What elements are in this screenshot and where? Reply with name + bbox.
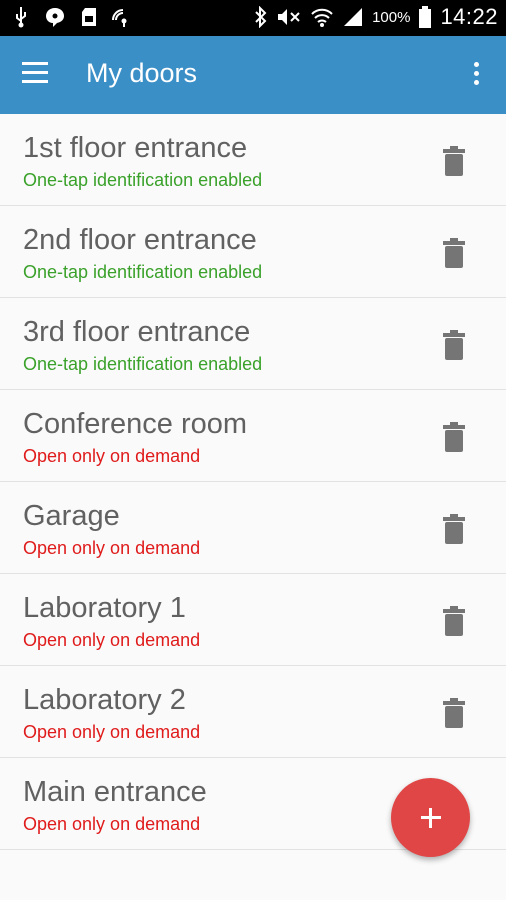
menu-icon-bar bbox=[22, 71, 48, 74]
mute-icon bbox=[278, 9, 300, 25]
door-status: Open only on demand bbox=[23, 446, 201, 466]
delete-trash-icon[interactable] bbox=[442, 330, 466, 360]
door-name: Laboratory 1 bbox=[23, 592, 186, 624]
door-name: 3rd floor entrance bbox=[23, 316, 251, 348]
door-row[interactable]: Garage Open only on demand bbox=[0, 482, 506, 574]
door-row[interactable]: 3rd floor entrance One-tap identificatio… bbox=[0, 298, 506, 390]
menu-button[interactable] bbox=[22, 62, 54, 88]
usb-icon bbox=[16, 7, 26, 28]
battery-icon bbox=[419, 6, 432, 28]
door-row[interactable]: Laboratory 1 Open only on demand bbox=[0, 574, 506, 666]
delete-trash-icon[interactable] bbox=[442, 146, 466, 176]
delete-trash-icon[interactable] bbox=[442, 698, 466, 728]
sd-card-icon bbox=[82, 8, 96, 26]
add-door-button[interactable] bbox=[391, 778, 470, 857]
overflow-dot bbox=[473, 80, 479, 85]
door-list: 1st floor entrance One-tap identificatio… bbox=[0, 114, 506, 850]
door-row[interactable]: Laboratory 2 Open only on demand bbox=[0, 666, 506, 758]
overflow-menu-button[interactable] bbox=[466, 62, 486, 90]
door-status: One-tap identification enabled bbox=[23, 354, 263, 374]
plus-icon bbox=[429, 808, 432, 828]
page-title: My doors bbox=[86, 58, 198, 88]
door-name: 1st floor entrance bbox=[23, 132, 248, 164]
delete-trash-icon[interactable] bbox=[442, 514, 466, 544]
door-status: One-tap identification enabled bbox=[23, 170, 263, 190]
door-name: 2nd floor entrance bbox=[23, 224, 257, 256]
door-status: Open only on demand bbox=[23, 722, 201, 742]
menu-icon-bar bbox=[22, 80, 48, 83]
delete-trash-icon[interactable] bbox=[442, 238, 466, 268]
cell-signal-icon bbox=[344, 8, 363, 26]
status-bar-system: 100% 14:22 bbox=[254, 4, 498, 30]
overflow-dot bbox=[473, 71, 479, 76]
status-bar-notifications bbox=[12, 6, 132, 28]
door-row[interactable]: 1st floor entrance One-tap identificatio… bbox=[0, 114, 506, 206]
clock: 14:22 bbox=[440, 4, 498, 29]
overflow-dot bbox=[473, 62, 479, 67]
door-status: One-tap identification enabled bbox=[23, 262, 263, 282]
wifi-icon bbox=[311, 8, 333, 27]
chat-icon bbox=[46, 8, 64, 27]
door-name: Main entrance bbox=[23, 776, 207, 808]
door-name: Laboratory 2 bbox=[23, 684, 186, 716]
door-status: Open only on demand bbox=[23, 538, 201, 558]
door-row[interactable]: Conference room Open only on demand bbox=[0, 390, 506, 482]
signal-dot-icon bbox=[112, 9, 127, 27]
delete-trash-icon[interactable] bbox=[442, 606, 466, 636]
status-bar: 100% 14:22 bbox=[0, 0, 506, 36]
app-bar: My doors bbox=[0, 36, 506, 114]
menu-icon-bar bbox=[22, 62, 48, 65]
door-name: Garage bbox=[23, 500, 120, 532]
delete-trash-icon[interactable] bbox=[442, 422, 466, 452]
door-status: Open only on demand bbox=[23, 630, 201, 650]
door-row[interactable]: 2nd floor entrance One-tap identificatio… bbox=[0, 206, 506, 298]
door-status: Open only on demand bbox=[23, 814, 201, 834]
bluetooth-icon bbox=[255, 6, 267, 28]
door-name: Conference room bbox=[23, 408, 248, 440]
battery-percent: 100% bbox=[372, 8, 411, 26]
